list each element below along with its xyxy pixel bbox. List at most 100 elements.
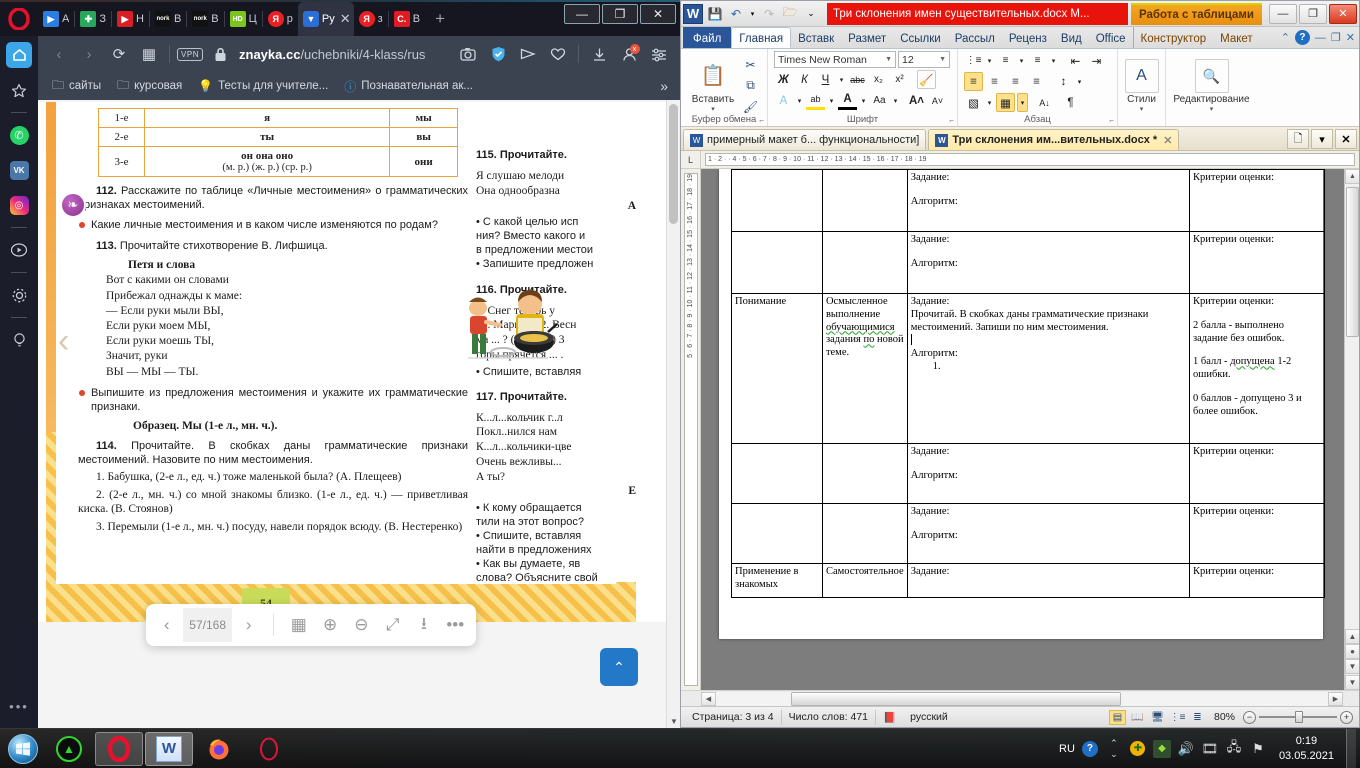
browser-tab-7[interactable]: Я р — [262, 2, 298, 36]
tab-layout[interactable]: Макет — [1213, 27, 1260, 48]
status-page-indicator[interactable]: Страница: 3 из 4 — [685, 709, 782, 725]
styles-button[interactable]: A Стили ▾ — [1116, 57, 1168, 113]
scrollbar-thumb[interactable] — [669, 104, 678, 224]
cut-icon[interactable]: ✂ — [741, 55, 760, 74]
tray-flag-icon[interactable]: ⚑ — [1249, 740, 1267, 758]
status-proofing-icon[interactable]: 📕 — [876, 710, 903, 725]
zoom-out-button[interactable]: − — [1243, 710, 1256, 724]
tab-home[interactable]: Главная — [731, 27, 792, 48]
word-horizontal-scrollbar[interactable]: ◀ ▶ — [701, 691, 1343, 706]
cell-description[interactable] — [821, 231, 908, 294]
tray-volume-icon[interactable]: 🔊 — [1177, 740, 1195, 758]
cell-level[interactable] — [731, 169, 823, 232]
text-effects-button[interactable]: A — [774, 91, 793, 110]
vpn-badge-icon[interactable]: VPN — [175, 40, 205, 68]
cell-criteria[interactable]: Критерии оценки: — [1188, 443, 1326, 504]
font-dialog-launcher[interactable]: ⌐ — [949, 116, 954, 125]
bookmark-folder-sites[interactable]: 🗀 сайты — [46, 74, 107, 99]
pdf-page-indicator[interactable]: 57/168 — [183, 608, 232, 642]
taskbar-utorrent-icon[interactable]: ▲ — [45, 732, 93, 766]
cell-level[interactable] — [731, 231, 823, 294]
horizontal-ruler[interactable]: L 1 · 2 · · 4 · 5 · 6 · 7 · 8 · 9 · 10 ·… — [681, 150, 1359, 169]
bold-button[interactable]: Ж — [774, 70, 793, 89]
cell-criteria[interactable]: Критерии оценки: — [1188, 563, 1326, 598]
cell-task[interactable]: Задание: — [906, 563, 1190, 598]
assessment-table[interactable]: Задание: Алгоритм: Критерии оценки: Зада… — [731, 169, 1326, 598]
sidebar-home-icon[interactable] — [6, 42, 32, 68]
superscript-button[interactable]: x² — [890, 70, 909, 89]
view-full-screen-reading-button[interactable]: 📖 — [1129, 710, 1146, 725]
previous-page-icon[interactable]: ▲ — [1345, 629, 1359, 644]
browser-tab-active-znayka[interactable]: ▼ Ру ✕ — [297, 2, 354, 36]
heart-icon[interactable] — [543, 40, 573, 68]
taskbar-opera-gx-icon[interactable] — [245, 732, 293, 766]
browser-tab-2[interactable]: ✚ З — [75, 2, 111, 36]
zoom-level[interactable]: 80% — [1209, 711, 1240, 723]
change-case-dropdown-icon[interactable]: ▾ — [891, 91, 900, 110]
start-button[interactable] — [2, 731, 44, 767]
cell-task[interactable]: Задание: Алгоритм: — [906, 231, 1190, 294]
document-list-dropdown-icon[interactable]: ▾ — [1311, 129, 1333, 149]
strikethrough-button[interactable]: abc — [848, 70, 867, 89]
back-icon[interactable]: ‹ — [44, 40, 74, 68]
undo-icon[interactable]: ↶ — [727, 5, 745, 23]
cell-task[interactable]: Задание: Прочитай. В скобках даны грамма… — [906, 293, 1190, 444]
ruler-scale[interactable]: 1 · 2 · · 4 · 5 · 6 · 7 · 8 · 9 · 10 · 1… — [705, 153, 1355, 166]
show-desktop-button[interactable] — [1346, 728, 1356, 768]
scrollbar-thumb[interactable] — [1346, 187, 1359, 337]
justify-button[interactable]: ≡ — [1027, 72, 1046, 91]
browser-tab-6[interactable]: HD Ц — [224, 2, 262, 36]
profile-icon[interactable]: x — [614, 40, 644, 68]
browser-vertical-scrollbar[interactable]: ▲ ▼ — [666, 100, 680, 728]
collapse-ribbon-icon[interactable]: ⌃ — [1281, 31, 1290, 44]
minimize-button[interactable]: — — [1269, 3, 1297, 24]
cell-description[interactable]: Осмысленное выполнение обучающимися зада… — [821, 293, 908, 444]
customize-qat-icon[interactable]: ⌄ — [802, 5, 820, 23]
browser-tab-10[interactable]: C. В — [388, 2, 426, 36]
tab-office[interactable]: Office — [1089, 27, 1133, 48]
tray-show-hidden-icon[interactable]: ⌃ ⌄ — [1105, 738, 1123, 759]
cell-task[interactable]: Задание: Алгоритм: — [906, 503, 1190, 564]
lock-icon[interactable] — [205, 40, 235, 68]
save-icon[interactable]: 💾 — [706, 5, 724, 23]
pdf-zoom-out-icon[interactable]: ⊖ — [347, 608, 376, 642]
bullets-button[interactable]: ⋮≡ — [964, 51, 983, 70]
shading-dropdown-icon[interactable]: ▾ — [985, 93, 994, 112]
zoom-slider[interactable] — [1259, 711, 1337, 723]
editing-caret-icon[interactable]: ▾ — [1210, 105, 1214, 113]
tray-language[interactable]: RU — [1059, 743, 1075, 755]
tray-network-icon[interactable]: 🖧 — [1225, 739, 1243, 758]
maximize-button[interactable]: ❐ — [602, 4, 638, 24]
easy-setup-icon[interactable] — [644, 40, 674, 68]
pdf-fit-screen-icon[interactable]: ⤢ — [378, 608, 407, 642]
undo-dropdown-icon[interactable]: ▾ — [748, 5, 757, 23]
document-tab-close-icon[interactable]: ✕ — [1163, 134, 1172, 147]
zoom-in-button[interactable]: + — [1340, 710, 1353, 724]
new-tab-button[interactable]: + — [425, 2, 455, 36]
sort-button[interactable]: A↓ — [1035, 93, 1054, 112]
sidebar-instagram-icon[interactable]: ◎ — [6, 192, 32, 218]
increase-indent-button[interactable]: ⇥ — [1087, 51, 1106, 70]
cell-task[interactable]: Задание: Алгоритм: — [906, 169, 1190, 232]
borders-dropdown-icon[interactable]: ▾ — [1017, 93, 1028, 112]
zoom-track[interactable] — [1259, 711, 1337, 723]
line-spacing-button[interactable]: ↕ — [1054, 72, 1073, 91]
cell-description[interactable]: Самостоятельное — [821, 563, 908, 598]
text-effects-dropdown-icon[interactable]: ▾ — [795, 91, 804, 110]
select-browse-object-icon[interactable]: ● — [1345, 644, 1359, 659]
cell-description[interactable] — [821, 503, 908, 564]
view-web-layout-button[interactable]: 🖥 — [1149, 710, 1166, 725]
paste-caret-icon[interactable]: ▾ — [711, 105, 715, 113]
tab-references[interactable]: Ссылки — [893, 27, 948, 48]
tab-design[interactable]: Конструктор — [1132, 27, 1214, 48]
bookmarks-overflow-icon[interactable]: » — [660, 78, 672, 94]
bullets-dropdown-icon[interactable]: ▾ — [985, 51, 994, 70]
borders-button[interactable]: ▦ — [996, 93, 1015, 112]
grow-font-button[interactable]: A˄ — [907, 91, 926, 110]
cell-description[interactable] — [821, 443, 908, 504]
font-color-button[interactable]: A — [838, 91, 857, 110]
font-family-combobox[interactable]: Times New Roman ▼ — [774, 51, 896, 68]
cell-criteria[interactable]: Критерии оценки: — [1188, 503, 1326, 564]
opera-logo-icon[interactable] — [0, 2, 38, 36]
sidebar-more-icon[interactable]: ••• — [9, 699, 29, 714]
